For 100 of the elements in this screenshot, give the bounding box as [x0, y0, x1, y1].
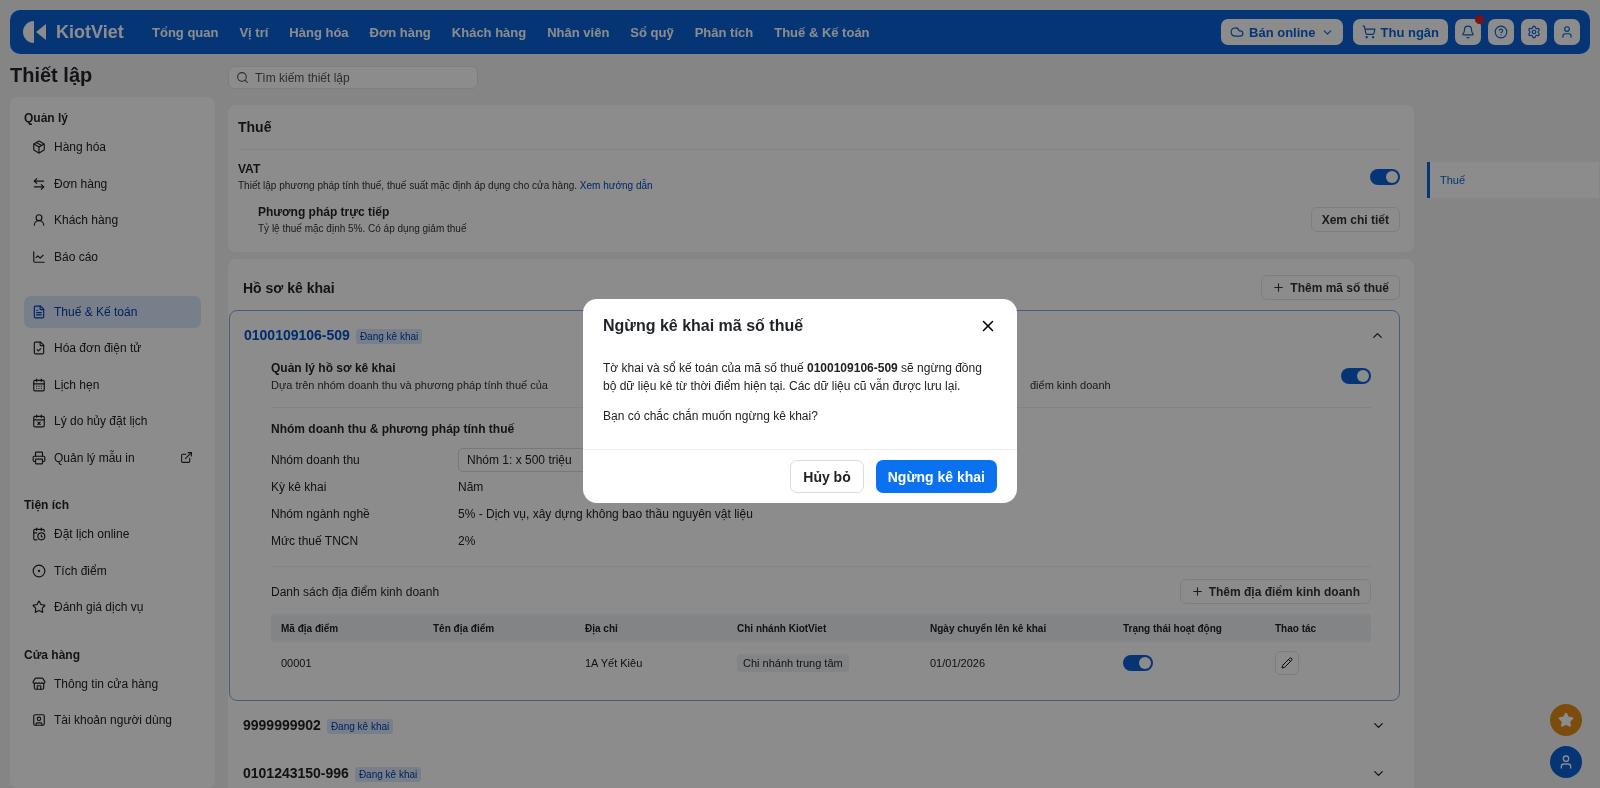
column-header: Chi nhánh KiotViet [737, 622, 828, 634]
nav-link[interactable]: Hàng hóa [289, 24, 349, 40]
field-label: Kỳ kê khai [271, 479, 328, 494]
sidebar-item[interactable]: Đánh giá dịch vụ [24, 591, 201, 623]
document-icon [32, 341, 46, 355]
logo-icon [22, 19, 48, 45]
nav-link[interactable]: Thuế & Kế toán [774, 24, 870, 40]
add-tax-code-button[interactable]: Thêm mã số thuế [1261, 275, 1400, 300]
table-cell-text: 1A Yết Kiêu [585, 657, 644, 669]
sidebar-item[interactable]: Thông tin cửa hàng [24, 667, 201, 700]
calendar-icon [32, 527, 46, 541]
details-button[interactable]: Xem chi tiết [1310, 207, 1400, 232]
status-toggle[interactable] [1123, 655, 1153, 671]
printer-icon [32, 450, 46, 465]
sidebar-item[interactable]: Đơn hàng [24, 167, 201, 200]
vat-label: VAT [238, 162, 261, 176]
user-icon [32, 213, 46, 227]
dialog-title: Ngừng kê khai mã số thuế [603, 317, 804, 335]
manage-description: điểm kinh doanh [1029, 379, 1111, 391]
status-tag: Đang kê khai [355, 329, 423, 344]
table-cell-text: 00001 [281, 657, 313, 669]
calendar-icon [32, 414, 46, 428]
dialog-question: Bạn có chắc chắn muốn ngừng kê khai? [603, 407, 819, 425]
user-icon [1560, 25, 1574, 39]
nav-link[interactable]: Vị trí [239, 24, 269, 40]
group-title: Nhóm doanh thu & phương pháp tính thuế [271, 422, 515, 436]
search-icon [236, 71, 249, 84]
vat-toggle[interactable] [1370, 168, 1400, 185]
status-tag: Đang kê khai [354, 767, 422, 782]
vat-description: Thiết lập phương pháp tính thuế, thuế suất mặc định áp dụng cho cửa hàng. Xem hướng dẫn [238, 180, 653, 191]
sidebar-item[interactable]: Lịch hẹn [24, 368, 201, 401]
method-description: Tỷ lệ thuế mặc định 5%. Có áp dụng giảm thuế [258, 223, 467, 234]
page-title: Thiết lập [10, 64, 94, 87]
nav-link[interactable]: Khách hàng [451, 24, 527, 40]
sidebar-section-title: Cửa hàng [24, 647, 82, 662]
edit-button[interactable] [1275, 651, 1299, 675]
sidebar-section-title: Tiện ích [24, 498, 71, 512]
support-button[interactable] [1550, 746, 1582, 778]
nav-link[interactable]: Sổ quỹ [630, 24, 674, 40]
sidebar-item[interactable]: Hóa đơn điện tử [24, 332, 201, 364]
field-value: 5% - Dịch vụ, xây dựng không bao thầu nguyên vật liệu [458, 506, 753, 521]
user-icon [32, 713, 46, 727]
anchor-link[interactable]: Thuế [1427, 162, 1599, 198]
sidebar-section-title: Quản lý [24, 111, 69, 125]
tax-code: 0100109106-509 [244, 327, 350, 343]
field-label: Nhóm ngành nghề [271, 506, 371, 521]
status-tag: Đang kê khai [326, 719, 394, 734]
dialog-message: Tờ khai và sổ kế toán của mã số thuế 0100109106-509 sẽ ngừng đồng bộ dữ liệu kê từ thời điểm hiện tại. Các dữ liệu cũ vẫn được lưu lại. [603, 360, 983, 395]
sidebar-item[interactable]: Khách hàng [24, 204, 201, 236]
column-header: Trạng thái hoạt động [1123, 622, 1223, 634]
sidebar-item[interactable]: Tích điểm [24, 554, 201, 587]
sidebar-item[interactable]: Đặt lịch online [24, 518, 201, 550]
nav-link[interactable]: Phân tích [694, 24, 754, 40]
nav-link[interactable]: Tổng quan [152, 24, 219, 40]
sidebar-item[interactable]: Tài khoản người dùng [24, 704, 201, 736]
column-header: Tên địa điểm [433, 622, 496, 634]
notification-badge [1475, 15, 1484, 24]
online-sales-button[interactable]: Bán online [1221, 19, 1343, 45]
manage-description: Dựa trên nhóm doanh thu và phương pháp tính thuế của [271, 379, 548, 391]
cancel-button[interactable]: Hủy bỏ [790, 460, 864, 493]
pencil-icon [1281, 657, 1293, 669]
add-location-button[interactable]: Thêm địa điểm kinh doanh [1179, 579, 1371, 604]
field-value: 2% [458, 533, 476, 548]
plus-icon [1272, 281, 1286, 294]
search-field[interactable]: Tìm kiếm thiết lập [228, 66, 478, 89]
account-button[interactable] [1554, 19, 1580, 45]
locations-title: Danh sách địa điểm kinh doanh [271, 584, 440, 599]
plus-icon [1190, 585, 1204, 598]
confirm-button[interactable]: Ngừng kê khai [875, 460, 997, 493]
sidebar-item[interactable]: Hàng hóa [24, 131, 201, 163]
chart-icon [32, 249, 46, 264]
card-title: Thuế [238, 105, 1400, 150]
cashier-button[interactable]: Thu ngân [1352, 19, 1448, 45]
manage-toggle[interactable] [1341, 368, 1371, 384]
settings-button[interactable] [1521, 19, 1547, 45]
manage-title: Quản lý hồ sơ kê khai [271, 361, 396, 375]
sidebar-item[interactable]: Quản lý mẫu in [24, 441, 201, 474]
column-header: Ngày chuyển lên kê khai [930, 622, 1048, 634]
section-title: Hồ sơ kê khai [243, 279, 335, 296]
field-label: Nhóm doanh thu [271, 452, 361, 467]
help-button[interactable] [1488, 19, 1514, 45]
nav-link[interactable]: Nhân viên [547, 24, 610, 40]
settings-icon [1527, 25, 1541, 39]
sidebar-item[interactable]: Thuế & Kế toán [24, 295, 201, 328]
sidebar-item[interactable]: Báo cáo [24, 240, 201, 273]
field-label: Mức thuế TNCN [271, 533, 360, 548]
help-icon [1494, 25, 1508, 39]
method-title: Phương pháp trực tiếp [258, 205, 390, 219]
dot-icon [32, 563, 46, 578]
calendar-icon [32, 377, 46, 392]
star-icon [1558, 712, 1574, 728]
table-cell-text: 01/01/2026 [930, 657, 987, 669]
nav-link[interactable]: Đơn hàng [369, 24, 431, 40]
favorite-button[interactable] [1550, 704, 1582, 736]
guide-link[interactable]: Xem hướng dẫn [579, 180, 653, 191]
bell-icon [1461, 25, 1475, 39]
column-header: Thao tác [1275, 622, 1318, 634]
field-value: Năm [458, 479, 484, 494]
sidebar-item[interactable]: Lý do hủy đặt lịch [24, 405, 201, 437]
tax-code: 9999999902 [243, 717, 321, 733]
